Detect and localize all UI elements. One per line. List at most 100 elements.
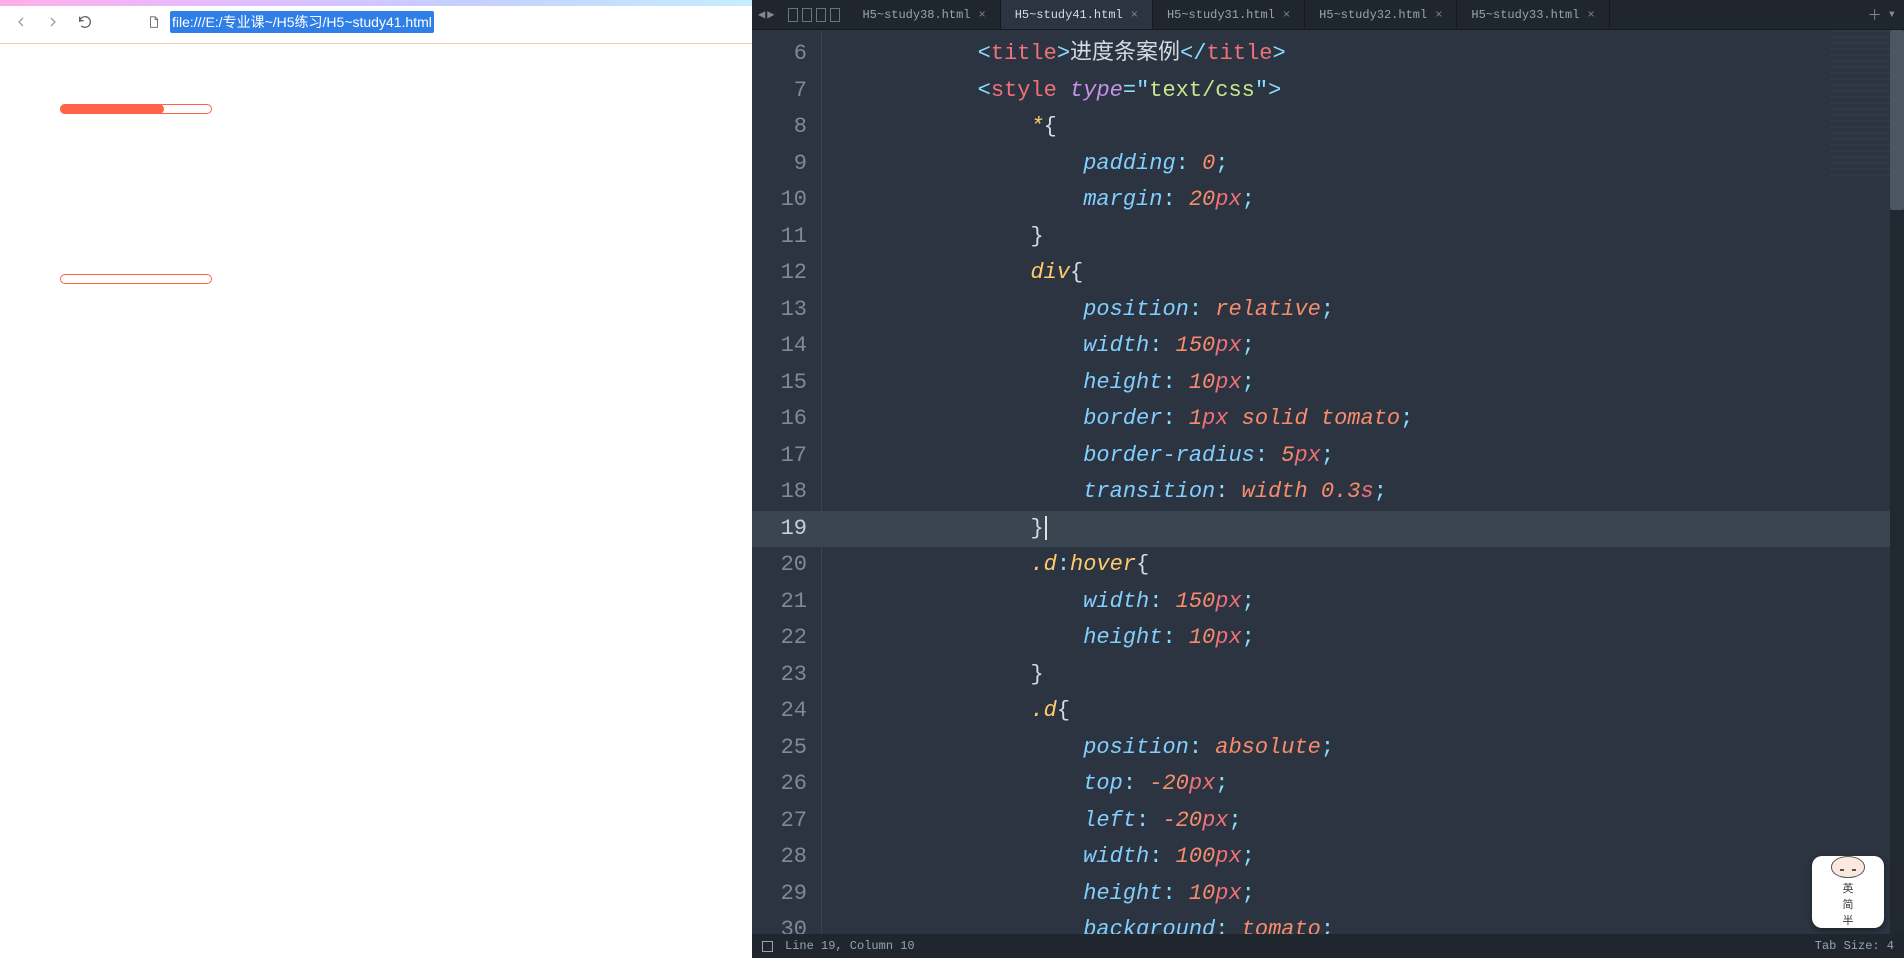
code-line[interactable]: top: -20px; — [822, 766, 1904, 803]
line-number[interactable]: 17 — [752, 438, 821, 475]
code-token: height — [1083, 881, 1162, 906]
new-tab-button[interactable]: ＋ — [1868, 5, 1882, 25]
editor-tab[interactable]: H5~study33.html× — [1457, 0, 1609, 29]
code-token: : — [1255, 443, 1268, 468]
layout-icon[interactable] — [830, 8, 840, 22]
code-token: s — [1361, 479, 1374, 504]
code-token: ; — [1228, 808, 1241, 833]
code-line[interactable]: height: 10px; — [822, 365, 1904, 402]
close-icon[interactable]: × — [1283, 8, 1290, 22]
line-number[interactable]: 9 — [752, 146, 821, 183]
line-number[interactable]: 12 — [752, 255, 821, 292]
status-cursor-position[interactable]: Line 19, Column 10 — [785, 939, 915, 953]
editor-tab[interactable]: H5~study41.html× — [1001, 0, 1153, 29]
line-number[interactable]: 16 — [752, 401, 821, 438]
editor-tab[interactable]: H5~study38.html× — [848, 0, 1000, 29]
line-number[interactable]: 25 — [752, 730, 821, 767]
code-line[interactable]: } — [822, 219, 1904, 256]
reload-button[interactable] — [74, 11, 96, 33]
back-button[interactable] — [10, 11, 32, 33]
status-tab-size[interactable]: Tab Size: 4 — [1815, 939, 1894, 953]
close-icon[interactable]: × — [1587, 8, 1594, 22]
layout-icon[interactable] — [788, 8, 798, 22]
vertical-scrollbar[interactable] — [1890, 30, 1904, 934]
code-line[interactable]: transition: width 0.3s; — [822, 474, 1904, 511]
code-line[interactable]: width: 150px; — [822, 328, 1904, 365]
code-token: left — [1083, 808, 1136, 833]
code-line[interactable]: width: 150px; — [822, 584, 1904, 621]
close-icon[interactable]: × — [1131, 8, 1138, 22]
code-token: < — [978, 78, 991, 103]
progress-bar-2[interactable] — [60, 274, 212, 284]
line-number[interactable]: 22 — [752, 620, 821, 657]
code-line[interactable]: left: -20px; — [822, 803, 1904, 840]
code-line[interactable]: height: 10px; — [822, 620, 1904, 657]
line-number[interactable]: 23 — [752, 657, 821, 694]
line-number[interactable]: 21 — [752, 584, 821, 621]
code-line[interactable]: position: relative; — [822, 292, 1904, 329]
avatar-face-icon — [1831, 856, 1865, 878]
line-number[interactable]: 27 — [752, 803, 821, 840]
editor-tab[interactable]: H5~study31.html× — [1153, 0, 1305, 29]
layout-icon[interactable] — [816, 8, 826, 22]
line-number[interactable]: 20 — [752, 547, 821, 584]
close-icon[interactable]: × — [1435, 8, 1442, 22]
code-line[interactable]: margin: 20px; — [822, 182, 1904, 219]
code-token: px — [1215, 370, 1241, 395]
forward-button[interactable] — [42, 11, 64, 33]
code-line[interactable]: .d:hover{ — [822, 547, 1904, 584]
line-number[interactable]: 29 — [752, 876, 821, 913]
code-line[interactable]: div{ — [822, 255, 1904, 292]
code-line[interactable]: } — [822, 657, 1904, 694]
layout-icon[interactable] — [802, 8, 812, 22]
code-line[interactable]: *{ — [822, 109, 1904, 146]
address-bar[interactable]: file:///E:/专业课~/H5练习/H5~study41.html — [170, 11, 434, 33]
line-number[interactable]: 13 — [752, 292, 821, 329]
line-number[interactable]: 7 — [752, 73, 821, 110]
line-number[interactable]: 28 — [752, 839, 821, 876]
scrollbar-thumb[interactable] — [1890, 30, 1904, 210]
code-token: tomato — [1321, 406, 1400, 431]
line-number[interactable]: 15 — [752, 365, 821, 402]
line-number[interactable]: 11 — [752, 219, 821, 256]
code-token — [1176, 625, 1189, 650]
nav-prev-icon[interactable]: ◀ — [758, 7, 765, 22]
tab-overflow-button[interactable]: ▾ — [1888, 6, 1896, 23]
code-line[interactable]: padding: 0; — [822, 146, 1904, 183]
status-indicator-icon[interactable] — [762, 941, 773, 952]
code-line[interactable]: height: 10px; — [822, 876, 1904, 913]
code-line[interactable]: position: absolute; — [822, 730, 1904, 767]
line-number[interactable]: 8 — [752, 109, 821, 146]
code-token: ; — [1242, 589, 1255, 614]
line-number[interactable]: 14 — [752, 328, 821, 365]
line-number[interactable]: 30 — [752, 912, 821, 934]
code-line[interactable]: <title>进度条案例</title> — [822, 36, 1904, 73]
code-line[interactable]: border-radius: 5px; — [822, 438, 1904, 475]
code-line[interactable]: border: 1px solid tomato; — [822, 401, 1904, 438]
text-caret — [1045, 516, 1047, 540]
line-number[interactable]: 10 — [752, 182, 821, 219]
code-line[interactable]: width: 100px; — [822, 839, 1904, 876]
code-token: ; — [1321, 735, 1334, 760]
line-number[interactable]: 26 — [752, 766, 821, 803]
code-token — [1228, 917, 1241, 934]
avatar-sticker[interactable]: 英 简 半 — [1812, 856, 1884, 928]
code-token: : — [1123, 771, 1136, 796]
code-line[interactable]: <style type="text/css"> — [822, 73, 1904, 110]
line-number[interactable]: 18 — [752, 474, 821, 511]
code-line[interactable]: } — [822, 511, 1904, 548]
code-line[interactable]: background: tomato; — [822, 912, 1904, 934]
code-token: width — [1242, 479, 1308, 504]
nav-next-icon[interactable]: ▶ — [767, 7, 774, 22]
line-number[interactable]: 24 — [752, 693, 821, 730]
code-token: = — [1123, 78, 1136, 103]
progress-bar-1[interactable] — [60, 104, 212, 114]
code-token: width — [1083, 589, 1149, 614]
code-area[interactable]: <title>进度条案例</title> <style type="text/c… — [822, 30, 1904, 934]
editor-tab[interactable]: H5~study32.html× — [1305, 0, 1457, 29]
code-token: ; — [1242, 187, 1255, 212]
code-line[interactable]: .d{ — [822, 693, 1904, 730]
line-number[interactable]: 6 — [752, 36, 821, 73]
line-number[interactable]: 19 — [752, 511, 821, 548]
close-icon[interactable]: × — [979, 8, 986, 22]
